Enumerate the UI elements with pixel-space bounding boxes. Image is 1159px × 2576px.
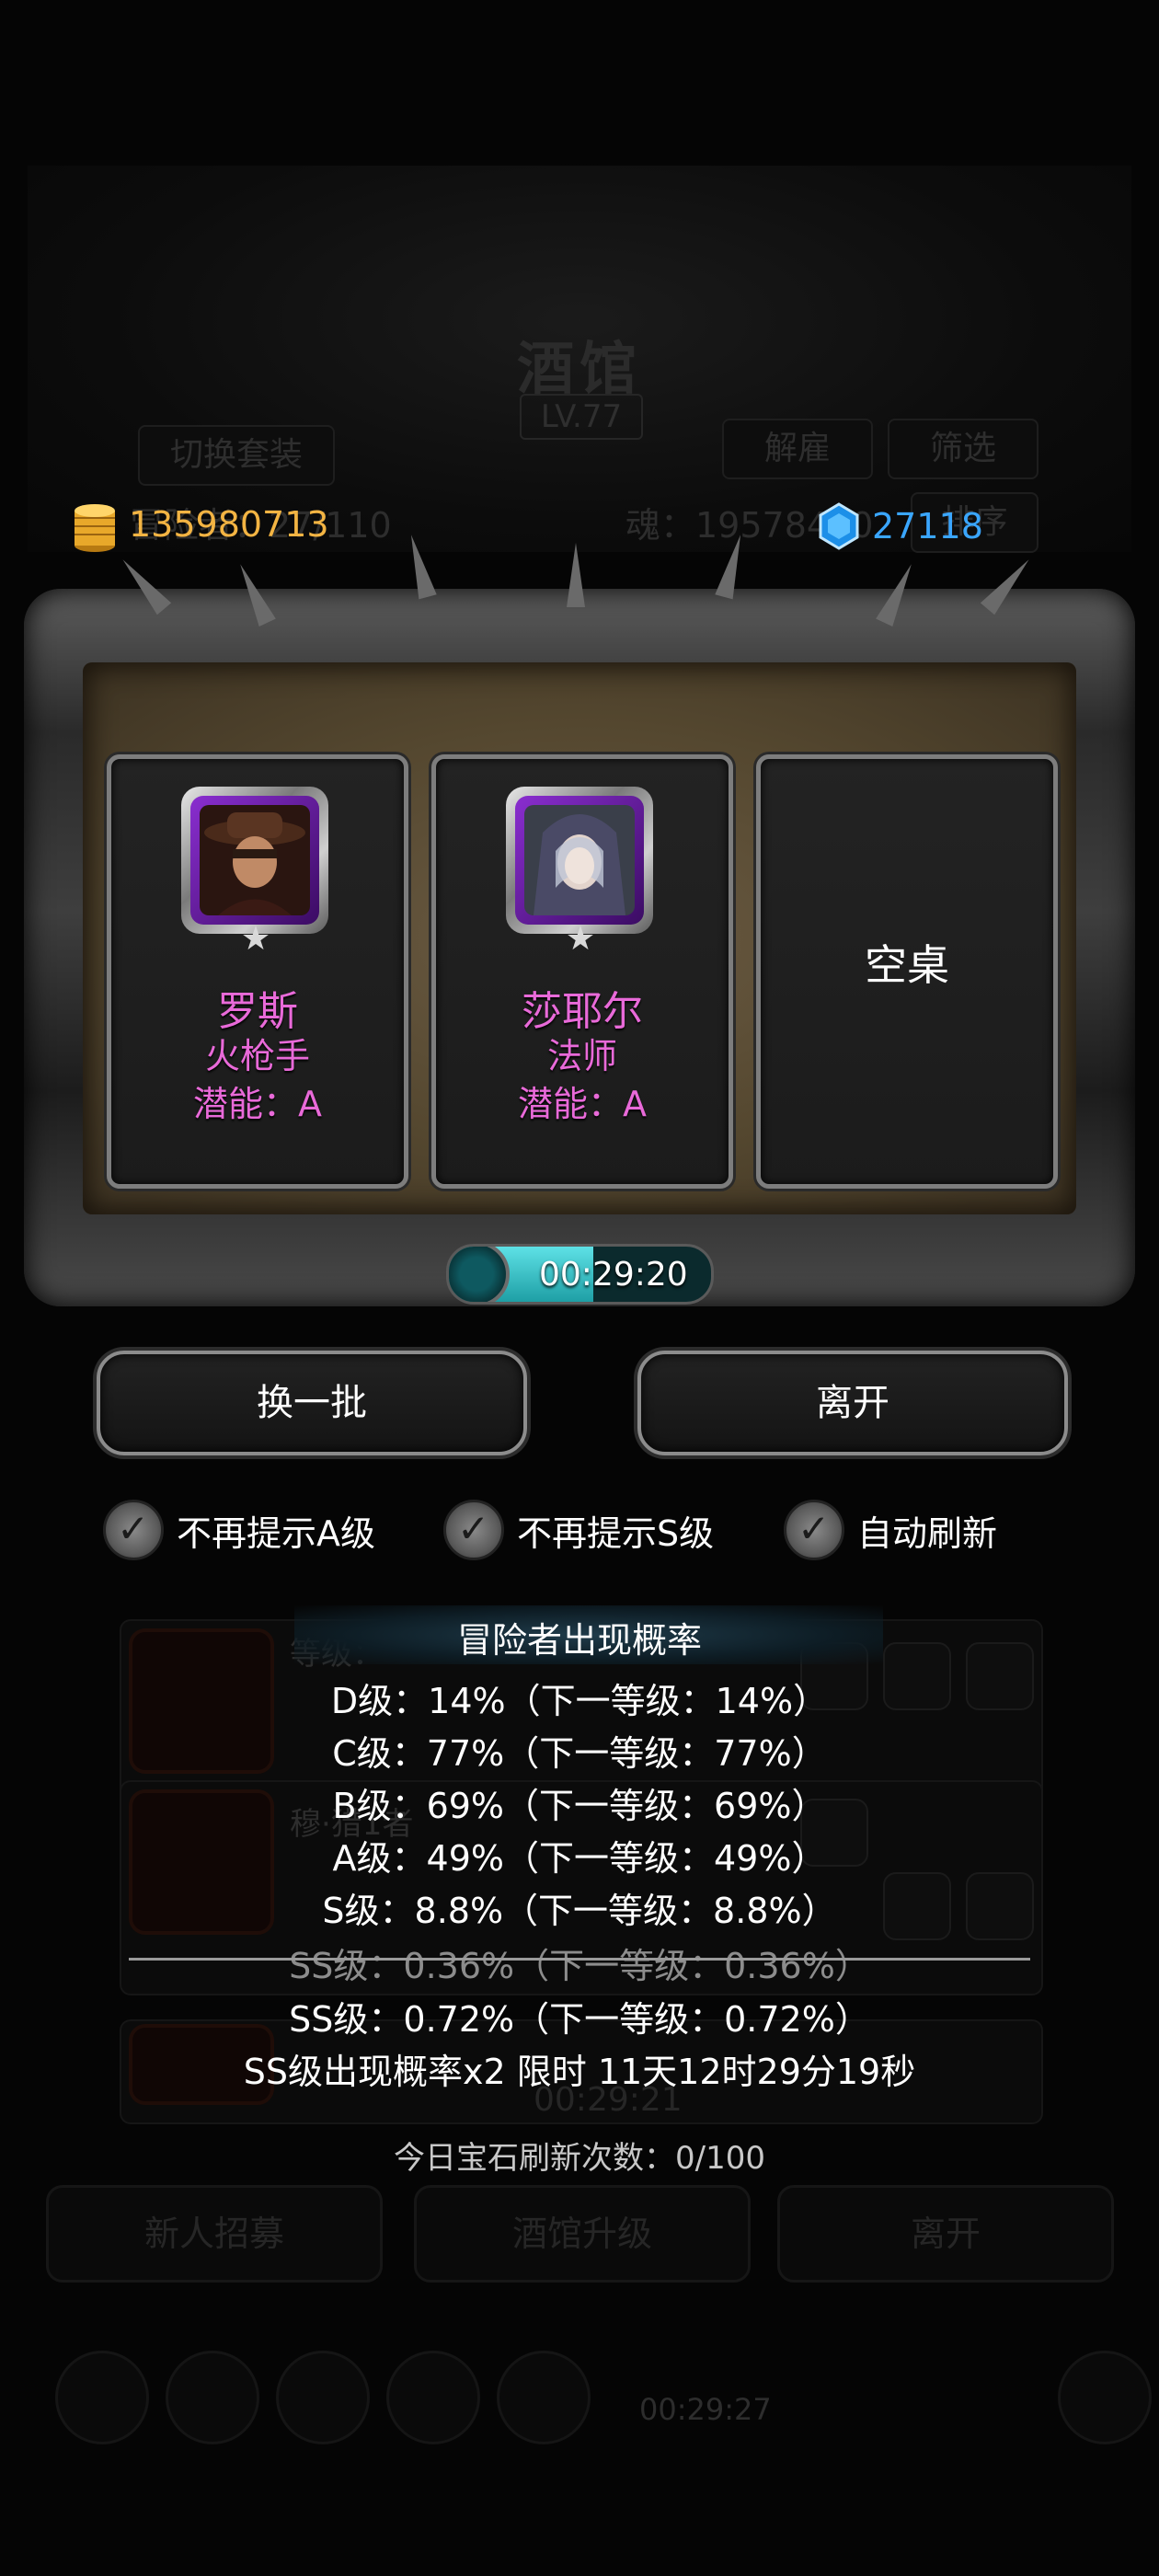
background-menu-orb [166, 2351, 259, 2444]
hero-portrait-frame [506, 787, 653, 934]
background-bottom-timer: 00:29:27 [639, 2392, 772, 2427]
option-label: 不再提示A级 [177, 1513, 375, 1554]
switch-set-button: 切换套装 [138, 425, 335, 486]
probability-line-ss-old: SS级：0.36%（下一等级：0.36%） [289, 1946, 870, 1986]
star-icon: ★ [565, 920, 596, 958]
background-level: LV.77 [520, 394, 643, 440]
leave-button[interactable]: 离开 [637, 1351, 1068, 1455]
checkmark-icon: ✓ [457, 1506, 490, 1551]
mage-portrait-icon [524, 805, 635, 915]
empty-table-card[interactable]: 空桌 [756, 754, 1058, 1189]
hero-class: 火枪手 [204, 1036, 310, 1076]
star-icon: ★ [240, 920, 271, 958]
frame-spike [567, 543, 585, 607]
hero-card-1[interactable]: ★ 罗斯 火枪手 潜能：A [107, 754, 408, 1189]
checkmark-icon: ✓ [117, 1506, 150, 1551]
gold-coins-icon [75, 504, 115, 552]
background-menu-orb [497, 2351, 591, 2444]
clock-icon [449, 1247, 510, 1302]
blue-gem-icon [819, 502, 859, 550]
option-label: 自动刷新 [857, 1513, 998, 1554]
gem-refresh-count: 今日宝石刷新次数：0/100 [394, 2140, 765, 2177]
probability-line-ss: SS级：0.72%（下一等级：0.72%） [289, 1999, 870, 2040]
empty-table-label: 空桌 [865, 940, 949, 990]
probability-title: 冒险者出现概率 [456, 1620, 702, 1661]
gunner-portrait-icon [200, 805, 310, 915]
checkbox[interactable]: ✓ [103, 1500, 164, 1560]
background-menu-orb [276, 2351, 370, 2444]
checkbox[interactable]: ✓ [443, 1500, 504, 1560]
filter-button: 筛选 [888, 419, 1039, 479]
hero-portrait-frame [181, 787, 328, 934]
probability-line-d: D级：14%（下一等级：14%） [330, 1681, 829, 1721]
strikethrough-line [129, 1958, 1030, 1961]
probability-line-b: B级：69%（下一等级：69%） [332, 1786, 827, 1826]
tavern-table-panel: ★ 罗斯 火枪手 潜能：A ★ 莎耶尔 法师 潜能：A 空桌 [24, 532, 1135, 1306]
probability-line-c: C级：77%（下一等级：77%） [332, 1733, 827, 1774]
gem-amount: 27118 [872, 506, 983, 546]
ss-bonus-line: SS级出现概率x2 限时 11天12时29分19秒 [243, 2052, 916, 2092]
gold-amount: 135980713 [129, 504, 329, 545]
hero-card-2[interactable]: ★ 莎耶尔 法师 潜能：A [431, 754, 733, 1189]
checkmark-icon: ✓ [798, 1506, 831, 1551]
hero-potential: 潜能：A [518, 1084, 647, 1124]
probability-line-a: A级：49%（下一等级：49%） [332, 1838, 827, 1879]
background-upgrade-button: 酒馆升级 [414, 2185, 751, 2283]
option-label: 不再提示S级 [517, 1513, 715, 1554]
background-leave-button: 离开 [777, 2185, 1114, 2283]
probability-line-s: S级：8.8%（下一等级：8.8%） [322, 1891, 837, 1931]
refresh-timer: 00:29:20 [446, 1244, 714, 1305]
background-menu-orb [386, 2351, 480, 2444]
hero-potential: 潜能：A [193, 1084, 322, 1124]
dismiss-button: 解雇 [722, 419, 873, 479]
hero-class: 法师 [546, 1036, 617, 1076]
background-title: 酒馆 [516, 335, 642, 402]
timer-text: 00:29:20 [539, 1256, 688, 1294]
background-menu-orb [1058, 2351, 1152, 2444]
background-recruit-button: 新人招募 [46, 2185, 383, 2283]
background-menu-orb [55, 2351, 149, 2444]
checkbox[interactable]: ✓ [784, 1500, 844, 1560]
refresh-batch-button[interactable]: 换一批 [97, 1351, 527, 1455]
